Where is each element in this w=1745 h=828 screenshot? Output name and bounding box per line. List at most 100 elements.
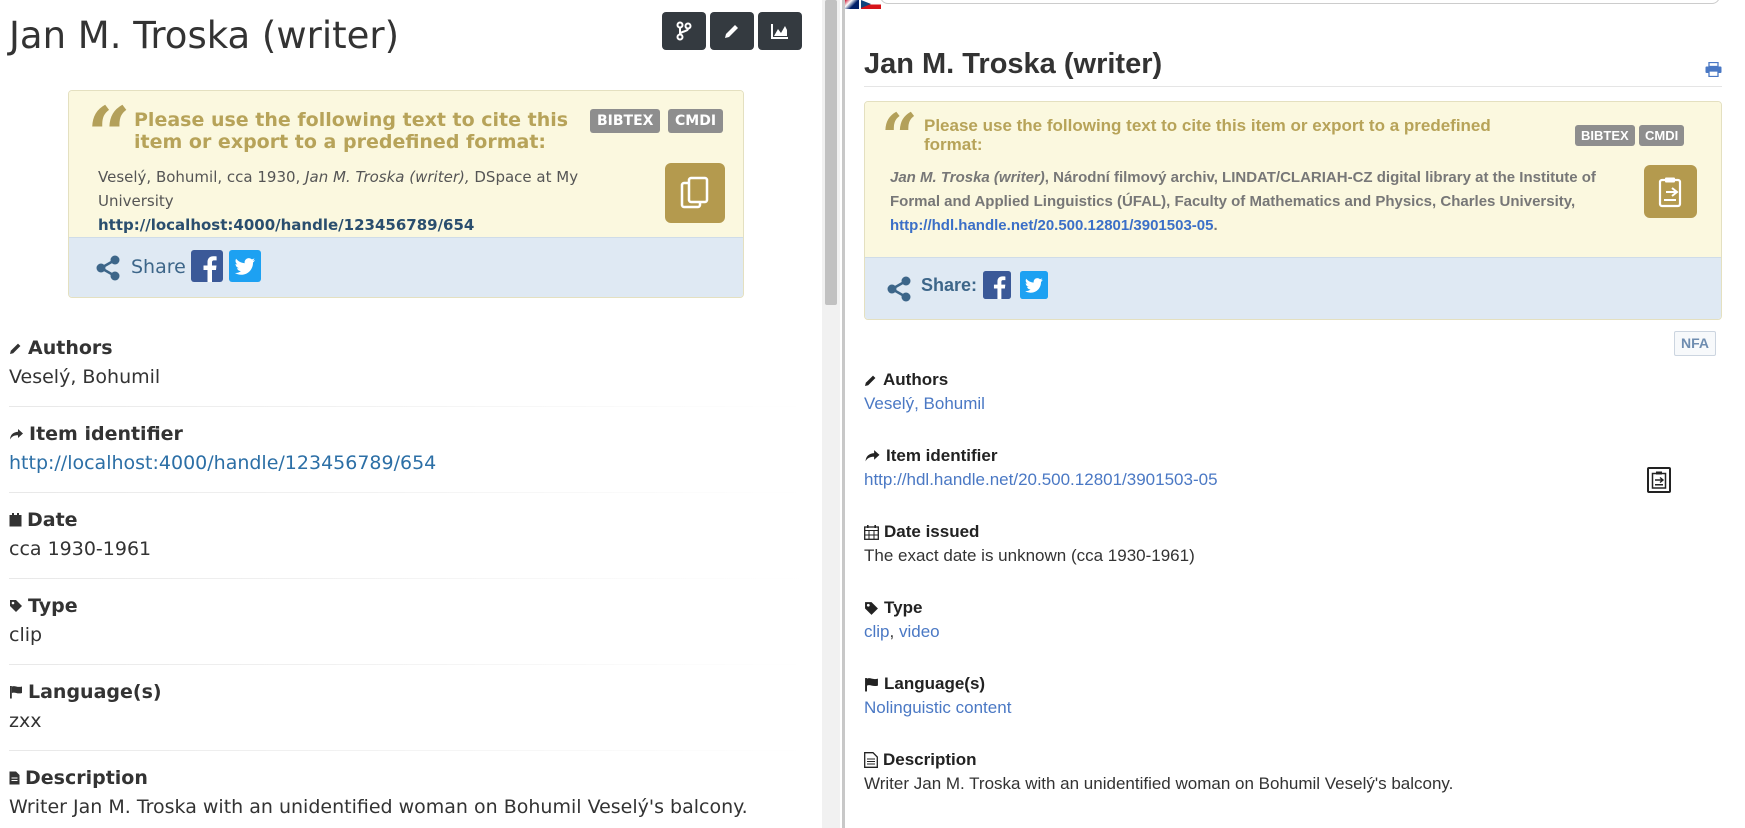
citation-authors: Veselý, Bohumil, cca 1930, [98, 168, 306, 186]
calendar-icon [864, 524, 879, 540]
type-field: Type clip [9, 594, 809, 650]
date-label: Date [27, 509, 78, 531]
citation-text: Veselý, Bohumil, cca 1930, Jan M. Troska… [98, 165, 638, 237]
authors-label: Authors [28, 337, 113, 359]
nfa-badge[interactable]: NFA [1674, 331, 1716, 356]
divider [9, 750, 809, 751]
description-field: Description Writer Jan M. Troska with an… [9, 766, 809, 822]
type-link-clip[interactable]: clip [864, 622, 890, 641]
flag-icon [865, 677, 878, 691]
divider [9, 664, 809, 665]
share-bar: Share [69, 237, 743, 297]
citation-panel: “ Please use the following text to cite … [69, 91, 743, 237]
cmdi-export-button[interactable]: CMDI [1639, 125, 1685, 146]
citation-url-link[interactable]: http://hdl.handle.net/20.500.12801/39015… [890, 217, 1213, 234]
calendar-icon [9, 513, 22, 527]
clipboard-icon [1651, 471, 1667, 489]
type-field: Type clip, video [864, 597, 1704, 644]
type-link-video[interactable]: video [899, 622, 940, 641]
citation-title: Jan M. Troska (writer) [890, 169, 1045, 186]
divider [9, 406, 809, 407]
description-label: Description [25, 767, 148, 789]
page-title: Jan M. Troska (writer) [9, 14, 400, 57]
facebook-icon[interactable] [191, 250, 223, 282]
share-arrow-icon [865, 450, 880, 462]
citation-text: Jan M. Troska (writer), Národní filmový … [890, 166, 1645, 238]
share-label: Share: [921, 275, 978, 295]
twitter-icon[interactable] [1020, 271, 1048, 299]
divider [9, 578, 809, 579]
branch-icon [676, 21, 692, 41]
date-value: cca 1930-1961 [9, 538, 152, 560]
czech-flag-icon[interactable] [861, 0, 881, 9]
date-value: The exact date is unknown (cca 1930-1961… [864, 546, 1195, 565]
flag-icon [10, 686, 22, 699]
type-values: clip, video [864, 622, 1704, 644]
version-branch-button[interactable] [662, 12, 706, 50]
description-label: Description [883, 750, 977, 769]
copy-icon [680, 176, 709, 209]
type-value: clip [9, 624, 43, 646]
item-identifier-field: Item identifier http://hdl.handle.net/20… [864, 445, 1704, 492]
citation-box: “ Please use the following text to cite … [68, 90, 744, 298]
english-flag-icon[interactable] [845, 0, 859, 9]
facebook-icon[interactable] [983, 271, 1011, 299]
left-scrollbar[interactable] [822, 0, 840, 828]
language-link[interactable]: Nolinguistic content [864, 698, 1704, 720]
quote-icon: “ [881, 101, 918, 175]
pencil-icon [10, 343, 21, 354]
share-icon [887, 276, 911, 302]
share-icon [96, 255, 120, 281]
edit-button[interactable] [710, 12, 754, 50]
citation-heading: Please use the following text to cite th… [134, 109, 569, 153]
language-value: zxx [9, 710, 42, 732]
copy-citation-button[interactable] [665, 163, 725, 223]
document-icon [864, 752, 878, 768]
scrollbar-thumb[interactable] [825, 0, 837, 305]
tag-icon [865, 601, 878, 615]
share-bar: Share: [865, 257, 1721, 319]
type-label: Type [28, 595, 78, 617]
authors-field: Authors Veselý, Bohumil [864, 369, 1704, 416]
bibtex-export-button[interactable]: BIBTEX [590, 109, 661, 133]
citation-title: Jan M. Troska (writer), [305, 168, 470, 186]
authors-value: Veselý, Bohumil [9, 366, 161, 388]
print-icon[interactable] [1705, 62, 1722, 77]
language-field: Language(s) zxx [9, 680, 809, 736]
identifier-label: Item identifier [886, 446, 998, 465]
item-identifier-field: Item identifier http://localhost:4000/ha… [9, 422, 809, 478]
document-icon [9, 771, 20, 785]
copy-citation-button[interactable] [1644, 165, 1697, 218]
description-value: Writer Jan M. Troska with an unidentifie… [9, 796, 748, 818]
citation-heading: Please use the following text to cite th… [924, 116, 1491, 154]
twitter-icon[interactable] [229, 250, 261, 282]
identifier-link[interactable]: http://hdl.handle.net/20.500.12801/39015… [864, 470, 1704, 492]
authors-link[interactable]: Veselý, Bohumil [864, 394, 1704, 416]
tag-icon [10, 600, 22, 612]
language-label: Language(s) [884, 674, 986, 693]
clipboard-icon [1658, 177, 1681, 207]
bibtex-export-button[interactable]: BIBTEX [1575, 125, 1635, 146]
copy-identifier-button[interactable] [1647, 467, 1671, 493]
cmdi-export-button[interactable]: CMDI [668, 109, 724, 133]
citation-panel: “ Please use the following text to cite … [865, 102, 1721, 257]
page-title: Jan M. Troska (writer) [864, 48, 1163, 80]
date-issued-field: Date issued The exact date is unknown (c… [864, 521, 1704, 568]
citation-url-suffix: . [1213, 217, 1218, 234]
language-label: Language(s) [28, 681, 162, 703]
date-field: Date cca 1930-1961 [9, 508, 809, 564]
citation-url-link[interactable]: http://localhost:4000/handle/123456789/6… [98, 216, 474, 234]
language-field: Language(s) Nolinguistic content [864, 673, 1704, 720]
statistics-button[interactable] [758, 12, 802, 50]
title-divider [864, 86, 1722, 87]
quote-icon: “ [87, 90, 131, 179]
identifier-label: Item identifier [29, 423, 183, 445]
search-bar[interactable] [880, 0, 1720, 4]
identifier-link[interactable]: http://localhost:4000/handle/123456789/6… [9, 452, 809, 478]
type-separator: , [889, 622, 899, 641]
share-label: Share [131, 256, 186, 278]
authors-field: Authors Veselý, Bohumil [9, 336, 809, 392]
divider [9, 492, 809, 493]
authors-label: Authors [883, 370, 949, 389]
left-pane: Jan M. Troska (writer) “ Please use the … [0, 0, 820, 828]
